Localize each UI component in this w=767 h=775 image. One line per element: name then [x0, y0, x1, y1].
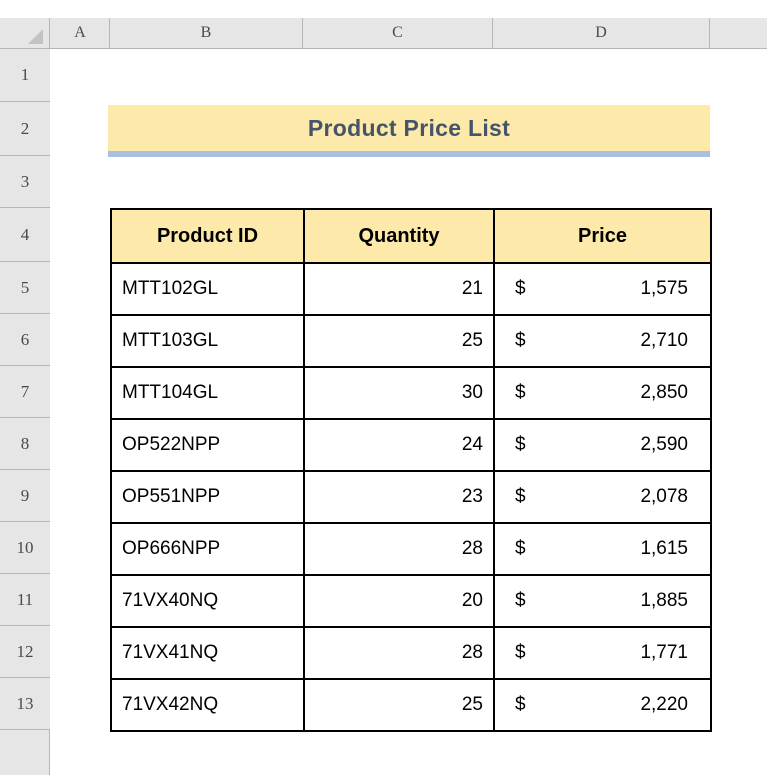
price-layout: $2,220: [505, 680, 700, 730]
row-header-6[interactable]: 6: [0, 314, 50, 366]
row-header-10[interactable]: 10: [0, 522, 50, 574]
price-layout: $2,710: [505, 316, 700, 366]
currency-symbol: $: [515, 590, 526, 611]
table-row[interactable]: OP522NPP 24 $2,590: [110, 418, 712, 472]
column-header-price[interactable]: Price: [493, 208, 712, 264]
cell-price[interactable]: $2,850: [493, 366, 712, 420]
page-title: Product Price List: [307, 114, 511, 141]
select-all-triangle-icon: [28, 29, 43, 44]
table-row[interactable]: 71VX41NQ 28 $1,771: [110, 626, 712, 680]
column-header-d[interactable]: D: [493, 18, 710, 48]
price-value: 1,771: [640, 642, 688, 663]
currency-symbol: $: [515, 278, 526, 299]
currency-symbol: $: [515, 694, 526, 715]
table-header-row: Product ID Quantity Price: [110, 208, 712, 264]
cell-price[interactable]: $2,710: [493, 314, 712, 368]
cell-quantity[interactable]: 21: [303, 262, 495, 316]
price-value: 1,575: [640, 278, 688, 299]
cell-price[interactable]: $1,615: [493, 522, 712, 576]
cell-product-id[interactable]: OP551NPP: [110, 470, 305, 524]
row-header-2[interactable]: 2: [0, 102, 50, 156]
cell-price[interactable]: $2,078: [493, 470, 712, 524]
price-layout: $2,850: [505, 368, 700, 418]
product-price-table[interactable]: Product ID Quantity Price MTT102GL 21 $1,5…: [110, 208, 712, 732]
price-layout: $2,590: [505, 420, 700, 470]
cell-product-id[interactable]: 71VX42NQ: [110, 678, 305, 732]
cell-quantity[interactable]: 28: [303, 522, 495, 576]
column-header-quantity[interactable]: Quantity: [303, 208, 495, 264]
row-header-13[interactable]: 13: [0, 678, 50, 730]
row-header-5[interactable]: 5: [0, 262, 50, 314]
column-header-strip: A B C D: [0, 18, 767, 49]
row-header-7[interactable]: 7: [0, 366, 50, 418]
price-value: 2,078: [640, 486, 688, 507]
currency-symbol: $: [515, 330, 526, 351]
cell-quantity[interactable]: 28: [303, 626, 495, 680]
price-layout: $2,078: [505, 472, 700, 522]
price-layout: $1,575: [505, 264, 700, 314]
cell-quantity[interactable]: 30: [303, 366, 495, 420]
cell-product-id[interactable]: 71VX41NQ: [110, 626, 305, 680]
price-layout: $1,615: [505, 524, 700, 574]
table-row[interactable]: MTT103GL 25 $2,710: [110, 314, 712, 368]
price-layout: $1,885: [505, 576, 700, 626]
price-value: 2,590: [640, 434, 688, 455]
cell-product-id[interactable]: OP666NPP: [110, 522, 305, 576]
row-header-12[interactable]: 12: [0, 626, 50, 678]
cell-quantity[interactable]: 23: [303, 470, 495, 524]
row-header-4[interactable]: 4: [0, 208, 50, 262]
currency-symbol: $: [515, 642, 526, 663]
select-all-corner[interactable]: [0, 18, 50, 48]
table-row[interactable]: MTT102GL 21 $1,575: [110, 262, 712, 316]
table-row[interactable]: OP551NPP 23 $2,078: [110, 470, 712, 524]
price-value: 1,885: [640, 590, 688, 611]
cell-product-id[interactable]: MTT104GL: [110, 366, 305, 420]
row-header-1[interactable]: 1: [0, 49, 50, 102]
table-row[interactable]: MTT104GL 30 $2,850: [110, 366, 712, 420]
row-header-9[interactable]: 9: [0, 470, 50, 522]
currency-symbol: $: [515, 434, 526, 455]
column-header-c[interactable]: C: [303, 18, 493, 48]
row-header-3[interactable]: 3: [0, 156, 50, 208]
cell-price[interactable]: $2,220: [493, 678, 712, 732]
cell-quantity[interactable]: 25: [303, 678, 495, 732]
row-header-11[interactable]: 11: [0, 574, 50, 626]
row-header-8[interactable]: 8: [0, 418, 50, 470]
table-row[interactable]: 71VX42NQ 25 $2,220: [110, 678, 712, 732]
table-row[interactable]: OP666NPP 28 $1,615: [110, 522, 712, 576]
cell-price[interactable]: $1,771: [493, 626, 712, 680]
spreadsheet-canvas: Product Price List Product ID Quantity P…: [0, 0, 767, 775]
cell-quantity[interactable]: 20: [303, 574, 495, 628]
price-layout: $1,771: [505, 628, 700, 678]
cell-product-id[interactable]: MTT103GL: [110, 314, 305, 368]
currency-symbol: $: [515, 538, 526, 559]
cell-quantity[interactable]: 25: [303, 314, 495, 368]
cell-price[interactable]: $2,590: [493, 418, 712, 472]
currency-symbol: $: [515, 382, 526, 403]
cell-product-id[interactable]: 71VX40NQ: [110, 574, 305, 628]
column-header-a[interactable]: A: [51, 18, 110, 48]
table-row[interactable]: 71VX40NQ 20 $1,885: [110, 574, 712, 628]
cell-quantity[interactable]: 24: [303, 418, 495, 472]
price-value: 1,615: [640, 538, 688, 559]
price-value: 2,710: [640, 330, 688, 351]
column-header-b[interactable]: B: [110, 18, 303, 48]
cell-price[interactable]: $1,575: [493, 262, 712, 316]
price-value: 2,850: [640, 382, 688, 403]
currency-symbol: $: [515, 486, 526, 507]
cell-price[interactable]: $1,885: [493, 574, 712, 628]
cell-product-id[interactable]: OP522NPP: [110, 418, 305, 472]
cell-product-id[interactable]: MTT102GL: [110, 262, 305, 316]
price-value: 2,220: [640, 694, 688, 715]
column-header-product-id[interactable]: Product ID: [110, 208, 305, 264]
title-banner-cell[interactable]: Product Price List: [108, 105, 710, 157]
